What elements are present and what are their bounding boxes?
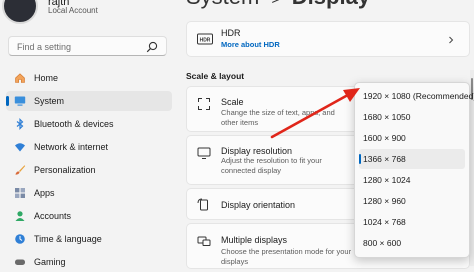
multiple-displays-title: Multiple displays bbox=[221, 235, 288, 245]
selected-indicator bbox=[359, 154, 361, 164]
globe-clock-icon bbox=[15, 234, 25, 244]
resolution-option[interactable]: 1920 × 1080 (Recommended) bbox=[359, 86, 474, 106]
more-about-hdr-link[interactable]: More about HDR bbox=[221, 40, 280, 49]
sidebar-item-label: Personalization bbox=[34, 165, 96, 175]
scale-title: Scale bbox=[221, 97, 244, 107]
resolution-option[interactable]: 1024 × 768 bbox=[359, 212, 465, 232]
brush-icon bbox=[15, 165, 26, 175]
home-icon bbox=[15, 73, 25, 83]
sidebar-item-personalization[interactable]: Personalization bbox=[6, 160, 172, 180]
page-title: System > Display bbox=[186, 0, 370, 10]
sidebar-item-gaming[interactable]: Gaming bbox=[6, 252, 172, 272]
resolution-option-label: 1680 × 1050 bbox=[363, 112, 411, 122]
resolution-option-label: 1280 × 1024 bbox=[363, 175, 411, 185]
person-icon bbox=[15, 211, 25, 221]
chevron-right-icon bbox=[449, 36, 454, 44]
section-title: Scale & layout bbox=[186, 71, 245, 81]
sidebar-item-network[interactable]: Network & internet bbox=[6, 137, 172, 157]
search-placeholder: Find a setting bbox=[17, 42, 72, 52]
display-resolution-subtitle: Adjust the resolution to fit your connec… bbox=[221, 156, 322, 175]
sidebar-item-label: Bluetooth & devices bbox=[34, 119, 114, 129]
resolution-option-label: 800 × 600 bbox=[363, 238, 402, 248]
monitor-icon bbox=[14, 96, 26, 106]
sidebar-item-label: Network & internet bbox=[34, 142, 109, 152]
resolution-option-label: 1920 × 1080 (Recommended) bbox=[363, 91, 474, 101]
sidebar-item-home[interactable]: Home bbox=[6, 68, 172, 88]
resolution-option-selected[interactable]: 1366 × 768 bbox=[359, 149, 465, 169]
sidebar-item-label: Apps bbox=[34, 188, 55, 198]
sidebar-item-system[interactable]: System bbox=[6, 91, 172, 111]
gamepad-icon bbox=[15, 259, 25, 265]
display-resolution-title: Display resolution bbox=[221, 146, 293, 156]
multiple-displays-subtitle: Choose the presentation mode for your di… bbox=[221, 247, 352, 266]
sidebar-item-accounts[interactable]: Accounts bbox=[6, 206, 172, 226]
sidebar-item-bluetooth[interactable]: Bluetooth & devices bbox=[6, 114, 172, 134]
resolution-option[interactable]: 1680 × 1050 bbox=[359, 107, 465, 127]
display-orientation-title: Display orientation bbox=[221, 200, 296, 210]
hdr-card[interactable]: HDR HDR More about HDR bbox=[186, 21, 470, 57]
hdr-icon-text: HDR bbox=[200, 37, 211, 43]
account-type: Local Account bbox=[48, 6, 98, 15]
active-indicator bbox=[6, 96, 9, 106]
resolution-option[interactable]: 1280 × 960 bbox=[359, 191, 465, 211]
resolution-dropdown[interactable]: 1920 × 1080 (Recommended) 1680 × 1050 16… bbox=[354, 82, 474, 258]
apps-icon bbox=[15, 188, 25, 198]
resolution-option[interactable]: 800 × 600 bbox=[359, 233, 465, 253]
scale-subtitle: Change the size of text, apps, and other… bbox=[221, 108, 335, 127]
wifi-icon bbox=[15, 143, 25, 152]
sidebar: rajth Local Account Find a setting Home … bbox=[0, 0, 178, 267]
search-icon bbox=[146, 41, 158, 53]
resolution-option-label: 1600 × 900 bbox=[363, 133, 406, 143]
hdr-icon: HDR bbox=[197, 33, 213, 45]
resolution-option-label: 1366 × 768 bbox=[363, 154, 406, 164]
resolution-option[interactable]: 1600 × 900 bbox=[359, 128, 465, 148]
breadcrumb-system[interactable]: System bbox=[186, 0, 259, 9]
resolution-option-label: 1280 × 960 bbox=[363, 196, 406, 206]
sidebar-item-label: Time & language bbox=[34, 234, 102, 244]
breadcrumb-separator: > bbox=[271, 0, 279, 7]
resolution-icon bbox=[197, 147, 211, 159]
sidebar-item-label: Accounts bbox=[34, 211, 72, 221]
avatar[interactable] bbox=[2, 0, 38, 24]
sidebar-item-time-language[interactable]: Time & language bbox=[6, 229, 172, 249]
bluetooth-icon bbox=[16, 118, 24, 130]
resolution-option[interactable]: 1280 × 1024 bbox=[359, 170, 465, 190]
search-input[interactable]: Find a setting bbox=[8, 36, 167, 56]
scale-icon bbox=[198, 98, 210, 110]
breadcrumb-current: Display bbox=[292, 0, 370, 9]
sidebar-item-label: Home bbox=[34, 73, 59, 83]
hdr-title: HDR bbox=[221, 28, 241, 38]
resolution-option-label: 1024 × 768 bbox=[363, 217, 406, 227]
orientation-icon bbox=[197, 198, 208, 211]
sidebar-item-label: System bbox=[34, 96, 65, 106]
sidebar-item-apps[interactable]: Apps bbox=[6, 183, 172, 203]
multiple-displays-icon bbox=[197, 236, 211, 246]
